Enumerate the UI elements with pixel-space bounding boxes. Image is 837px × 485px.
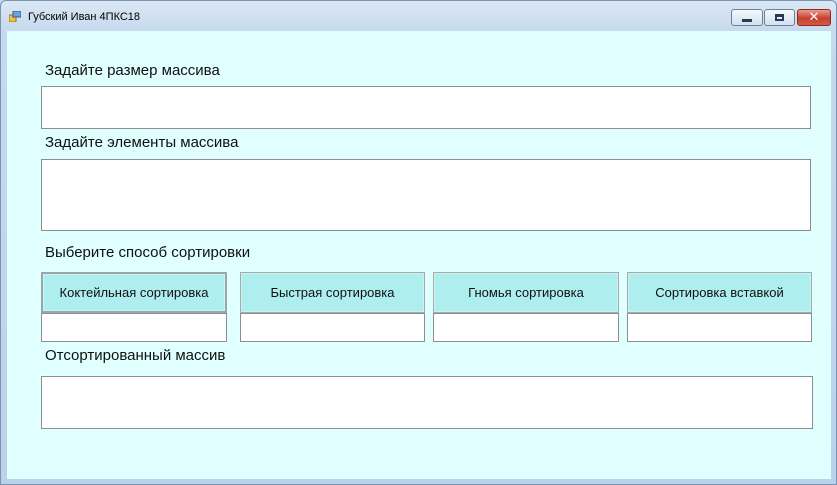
maximize-button[interactable] <box>764 9 795 26</box>
minimize-icon <box>742 19 752 22</box>
cocktail-sort-button[interactable]: Коктейльная сортировка <box>41 272 227 313</box>
array-elements-input[interactable] <box>41 159 811 231</box>
quick-sort-result-field[interactable] <box>240 313 425 342</box>
window-title: Губский Иван 4ПКС18 <box>28 11 141 23</box>
insertion-sort-result-field[interactable] <box>627 313 812 342</box>
form-client-area: Задайте размер массива Задайте элементы … <box>7 31 831 479</box>
close-icon: ✕ <box>808 10 820 25</box>
cocktail-sort-result-field[interactable] <box>41 313 227 342</box>
maximize-icon <box>775 14 784 21</box>
app-window: Губский Иван 4ПКС18 ✕ Задайте размер мас… <box>0 0 837 485</box>
app-icon <box>9 11 21 22</box>
array-size-input[interactable] <box>41 86 811 129</box>
insertion-sort-button[interactable]: Сортировка вставкой <box>627 272 812 313</box>
sorted-array-output[interactable] <box>41 376 813 429</box>
title-bar[interactable]: Губский Иван 4ПКС18 ✕ <box>1 1 836 31</box>
gnome-sort-button[interactable]: Гномья сортировка <box>433 272 619 313</box>
array-elements-label: Задайте элементы массива <box>45 134 239 151</box>
array-size-label: Задайте размер массива <box>45 62 220 79</box>
quick-sort-button[interactable]: Быстрая сортировка <box>240 272 425 313</box>
close-button[interactable]: ✕ <box>797 9 831 26</box>
sort-method-label: Выберите способ сортировки <box>45 244 251 261</box>
sorted-array-label: Отсортированный массив <box>45 347 226 364</box>
gnome-sort-result-field[interactable] <box>433 313 619 342</box>
minimize-button[interactable] <box>731 9 763 26</box>
